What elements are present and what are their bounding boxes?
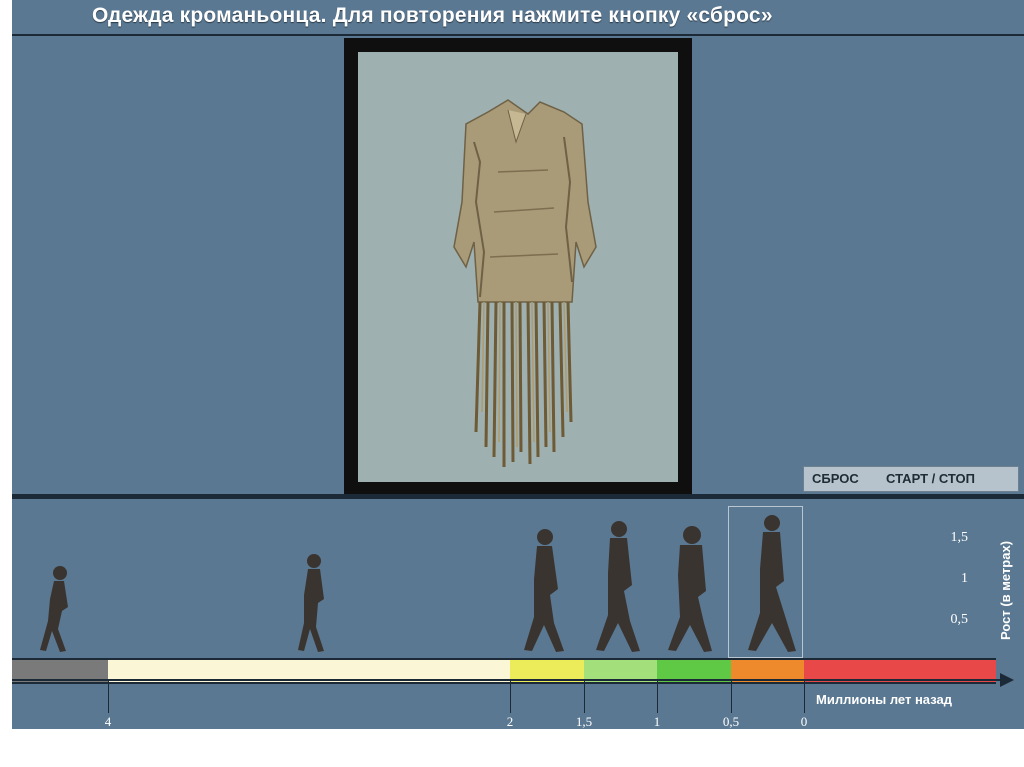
hominid-figure-icon[interactable] [298, 554, 324, 652]
height-label-1-5: 1,5 [950, 530, 969, 545]
homo-erectus-figure-icon[interactable] [596, 521, 640, 652]
photo-frame [344, 38, 692, 494]
hominid-figures [40, 515, 796, 652]
tick-label-0: 0 [800, 714, 808, 729]
arrow-right-icon [1000, 673, 1014, 687]
tick-label-2: 2 [506, 714, 514, 729]
garment-photo [358, 52, 678, 482]
control-panel: СБРОС СТАРТ / СТОП [803, 466, 1019, 492]
tick-label-1: 1 [653, 714, 661, 729]
height-scale-title: Рост (в метрах) [998, 540, 1013, 640]
height-label-0-5: 0,5 [950, 612, 969, 627]
tick-label-1-5: 1,5 [575, 714, 593, 729]
tick-label-0-5: 0,5 [722, 714, 740, 729]
start-stop-button[interactable]: СТАРТ / СТОП [886, 471, 975, 486]
page-title: Одежда кроманьонца. Для повторения нажми… [92, 4, 773, 27]
axis-tick [108, 681, 109, 713]
axis-tick [731, 681, 732, 713]
axis-tick [657, 681, 658, 713]
australopithecus-figure-icon[interactable] [40, 566, 68, 652]
homo-habilis-figure-icon[interactable] [524, 529, 564, 652]
cro-magnon-figure-icon[interactable] [748, 515, 796, 652]
axis-tick [584, 681, 585, 713]
title-bar: Одежда кроманьонца. Для повторения нажми… [12, 0, 1024, 36]
neanderthal-figure-icon[interactable] [668, 526, 712, 652]
height-label-1: 1 [961, 571, 968, 586]
reset-button[interactable]: СБРОС [812, 471, 859, 486]
axis-tick [510, 681, 511, 713]
garment-image-icon [453, 99, 597, 467]
axis-tick [804, 681, 805, 713]
tick-label-4: 4 [104, 714, 112, 729]
time-axis-title: Миллионы лет назад [816, 692, 952, 707]
